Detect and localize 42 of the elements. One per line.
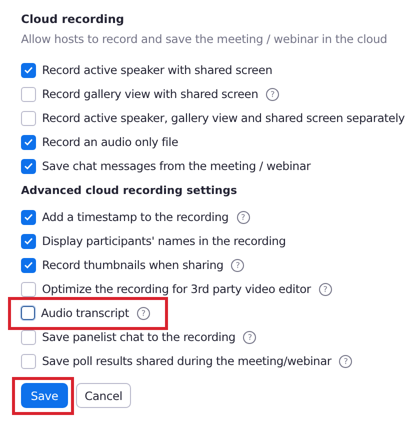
- check-icon: [24, 261, 33, 269]
- checkbox[interactable]: [21, 330, 36, 344]
- option-label: Record active speaker with shared screen: [42, 63, 272, 77]
- checkbox[interactable]: [21, 282, 36, 296]
- checkbox[interactable]: [21, 110, 36, 126]
- check-icon: [24, 162, 33, 170]
- help-icon[interactable]: ?: [231, 258, 244, 272]
- checkbox[interactable]: [21, 86, 36, 102]
- checkbox[interactable]: [21, 158, 36, 174]
- section-description: Allow hosts to record and save the meeting / webinar in the cloud: [21, 32, 388, 46]
- help-icon[interactable]: ?: [339, 354, 352, 368]
- cancel-button[interactable]: Cancel: [76, 383, 131, 408]
- help-icon[interactable]: ?: [318, 282, 332, 296]
- option-label: Record an audio only file: [42, 135, 178, 149]
- checkbox[interactable]: [21, 354, 36, 368]
- option-label: Record gallery view with shared screen: [42, 87, 258, 101]
- option-label: Display participants' names in the recording: [42, 234, 286, 248]
- option-label: Save chat messages from the meeting / webinar: [42, 159, 311, 173]
- option-label: Save poll results shared during the meeting/webinar: [42, 354, 332, 368]
- save-button[interactable]: Save: [21, 383, 68, 408]
- checkbox[interactable]: [21, 234, 36, 248]
- check-icon: [24, 66, 33, 74]
- help-icon[interactable]: ?: [236, 210, 250, 224]
- check-icon: [24, 213, 33, 221]
- checkbox[interactable]: [21, 134, 36, 150]
- check-icon: [24, 138, 33, 146]
- help-icon[interactable]: ?: [136, 306, 150, 320]
- option-label: Optimize the recording for 3rd party video editor: [42, 282, 311, 296]
- help-icon[interactable]: ?: [243, 330, 256, 344]
- help-icon[interactable]: ?: [266, 88, 280, 100]
- section-title: Cloud recording: [21, 12, 126, 26]
- subsection-title: Advanced cloud recording settings: [21, 184, 238, 197]
- option-label: Record active speaker, gallery view and shared screen separately: [42, 111, 405, 125]
- check-icon: [24, 237, 33, 245]
- checkbox[interactable]: [21, 306, 35, 320]
- option-label: Add a timestamp to the recording: [42, 210, 229, 224]
- checkbox[interactable]: [21, 258, 36, 272]
- checkbox[interactable]: [21, 210, 36, 224]
- option-label: Save panelist chat to the recording: [42, 330, 236, 344]
- option-label: Record thumbnails when sharing: [42, 258, 224, 272]
- checkbox[interactable]: [21, 62, 36, 78]
- option-label: Audio transcript: [41, 306, 129, 320]
